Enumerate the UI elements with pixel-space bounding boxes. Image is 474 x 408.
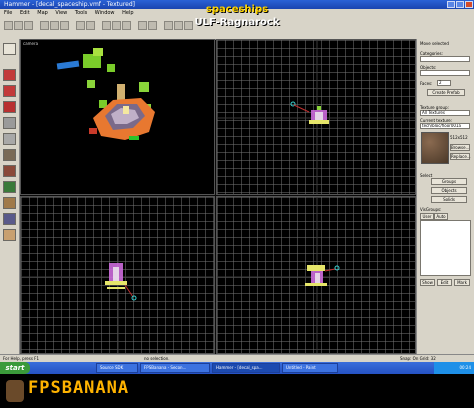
object-properties-panel: Move selected Categories: Objects: Faces… [416, 39, 474, 354]
watermark-banner: FPSBANANA [0, 374, 474, 408]
spaceship-side-wireframe [217, 197, 415, 353]
task-hammer[interactable]: Hammer - [decal_spa... [212, 363, 280, 373]
camera-tool-icon[interactable] [3, 85, 16, 97]
top-view-viewport[interactable] [216, 39, 416, 195]
tab-auto[interactable]: Auto [434, 213, 448, 220]
camera-viewport[interactable]: camera [20, 39, 215, 195]
groups-button[interactable]: Groups [431, 178, 467, 185]
selection-tool-icon[interactable] [3, 43, 16, 55]
current-texture-select[interactable]: tech/bloc/floor001a [420, 123, 470, 129]
spaceship-front-wireframe [21, 197, 214, 353]
task-fpsbanana[interactable]: FPSBanana - Secon... [140, 363, 210, 373]
side-view-viewport[interactable] [216, 196, 416, 354]
texture-size-label: 512x512 [450, 135, 468, 140]
visgroups-label: VisGroups: [420, 207, 442, 212]
solids-button[interactable]: Solids [431, 196, 467, 203]
front-view-viewport[interactable] [20, 196, 215, 354]
mark-button[interactable]: Mark [454, 279, 470, 286]
show-button[interactable]: Show [420, 279, 435, 286]
path-tool-icon[interactable] [3, 229, 16, 241]
spaceship-top-wireframe [217, 40, 415, 194]
replace-button[interactable]: Replace... [450, 153, 471, 160]
start-button[interactable]: start [0, 362, 30, 374]
magnify-tool-icon[interactable] [3, 69, 16, 81]
clipping-tool-icon[interactable] [3, 197, 16, 209]
taskbar: start Source SDK FPSBanana - Secon... Ha… [0, 362, 474, 374]
edit-button[interactable]: Edit [437, 279, 452, 286]
tool-palette [0, 39, 20, 354]
fpsbanana-logo: FPSBANANA [28, 378, 130, 398]
banana-mascot-icon [6, 380, 24, 402]
categories-select[interactable] [420, 56, 470, 62]
spaceship-3d-render [56, 48, 155, 140]
move-selected-label: Move selected [420, 41, 449, 46]
block-tool-icon[interactable] [3, 117, 16, 129]
faces-input[interactable]: 2 [437, 80, 451, 86]
objects-button[interactable]: Objects [431, 187, 467, 194]
system-tray-clock[interactable]: 00:24 [434, 362, 474, 374]
texture-group-select[interactable]: All Textures [420, 110, 470, 116]
decal-tool-icon[interactable] [3, 165, 16, 177]
overlay-subtitle: ULF-Ragnarock [194, 17, 280, 28]
objects-select[interactable] [420, 70, 470, 76]
tab-user[interactable]: User [420, 213, 434, 220]
vertex-tool-icon[interactable] [3, 213, 16, 225]
texture-application-icon[interactable] [3, 133, 16, 145]
apply-texture-icon[interactable] [3, 149, 16, 161]
visgroups-list[interactable] [420, 220, 471, 276]
overlay-tool-icon[interactable] [3, 181, 16, 193]
task-source-sdk[interactable]: Source SDK [96, 363, 138, 373]
faces-label: Faces: [420, 81, 433, 86]
task-paint[interactable]: Untitled - Paint [282, 363, 338, 373]
entity-tool-icon[interactable] [3, 101, 16, 113]
create-prefab-button[interactable]: Create Prefab [427, 89, 465, 96]
overlay-title: spaceships [205, 4, 269, 15]
texture-preview [421, 132, 449, 164]
browse-button[interactable]: Browse... [450, 144, 470, 151]
